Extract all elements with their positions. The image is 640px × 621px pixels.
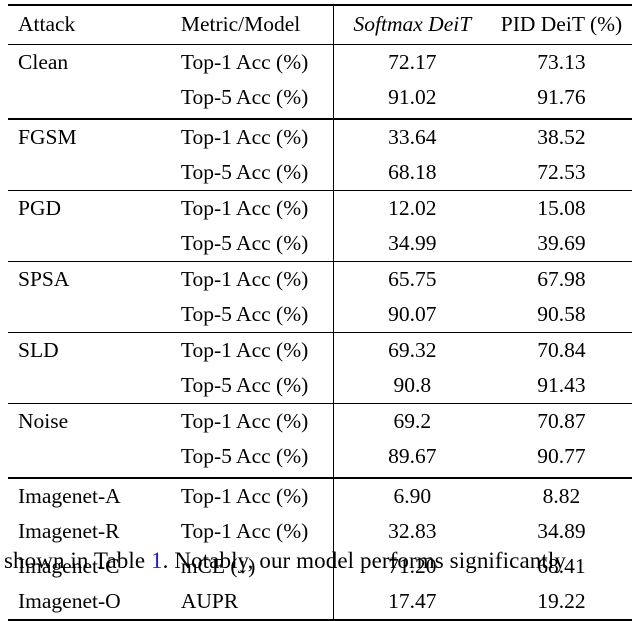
table-reference-link[interactable]: 1 <box>151 548 163 573</box>
row-metric: Top-5 Acc (%) <box>180 372 309 397</box>
row-pid-value: 15.08 <box>537 195 586 220</box>
row-softmax-value: 89.67 <box>332 439 491 474</box>
row-softmax-value: 34.99 <box>332 226 491 262</box>
row-pid-value: 73.13 <box>537 49 586 74</box>
row-metric: Top-5 Acc (%) <box>180 301 309 326</box>
body-paragraph-line: shown in Table 1. Notably, our model per… <box>4 548 640 574</box>
row-softmax-value: 68.18 <box>332 155 491 191</box>
row-metric: Top-5 Acc (%) <box>180 159 309 184</box>
row-softmax-value: 90.8 <box>332 368 491 404</box>
results-table-container: Attack Metric/Model Softmax DeiT PID Dei… <box>8 4 632 621</box>
row-softmax-value: 17.47 <box>332 584 491 620</box>
row-metric: Top-1 Acc (%) <box>180 408 309 433</box>
table-row: SPSA Top-1 Acc (%) 65.75 67.98 <box>8 262 632 297</box>
row-label: SLD <box>18 337 59 362</box>
row-softmax-value: 12.02 <box>332 191 491 226</box>
row-pid-value: 19.22 <box>537 588 586 613</box>
table-row: Imagenet-O AUPR 17.47 19.22 <box>8 584 632 620</box>
row-metric: Top-5 Acc (%) <box>180 230 309 255</box>
row-label: Noise <box>18 408 69 433</box>
row-metric: Top-1 Acc (%) <box>180 337 309 362</box>
table-row: Top-5 Acc (%) 90.07 90.58 <box>8 297 632 333</box>
row-metric: Top-1 Acc (%) <box>180 483 309 508</box>
results-table: Attack Metric/Model Softmax DeiT PID Dei… <box>8 4 632 621</box>
row-metric: Top-5 Acc (%) <box>180 84 309 109</box>
row-metric: Top-1 Acc (%) <box>180 124 309 149</box>
row-pid-value: 34.89 <box>537 518 586 543</box>
row-softmax-value: 32.83 <box>332 514 491 549</box>
table-row: Clean Top-1 Acc (%) 72.17 73.13 <box>8 45 632 80</box>
row-metric: Top-1 Acc (%) <box>180 195 309 220</box>
row-label <box>8 155 173 191</box>
row-metric: Top-1 Acc (%) <box>180 266 309 291</box>
row-softmax-value: 91.02 <box>332 80 491 115</box>
row-label: Imagenet-O <box>18 588 121 613</box>
row-pid-value: 72.53 <box>537 159 586 184</box>
row-label: Imagenet-A <box>18 483 121 508</box>
row-pid-value: 8.82 <box>542 483 581 508</box>
row-pid-value: 67.98 <box>537 266 586 291</box>
header-softmax-deit: Softmax DeiT <box>332 6 491 45</box>
caption-text-before: shown in Table <box>4 548 152 573</box>
table-row: Top-5 Acc (%) 89.67 90.77 <box>8 439 632 474</box>
row-label: Clean <box>18 49 69 74</box>
row-pid-value: 90.58 <box>537 301 586 326</box>
row-pid-value: 91.76 <box>537 84 586 109</box>
row-metric: Top-1 Acc (%) <box>180 49 309 74</box>
table-row: Imagenet-R Top-1 Acc (%) 32.83 34.89 <box>8 514 632 549</box>
table-row: Imagenet-A Top-1 Acc (%) 6.90 8.82 <box>8 478 632 514</box>
row-softmax-value: 65.75 <box>332 262 491 297</box>
row-pid-value: 70.84 <box>537 337 586 362</box>
row-softmax-value: 72.17 <box>332 45 491 80</box>
row-softmax-value: 6.90 <box>332 478 491 514</box>
row-label <box>8 368 173 404</box>
row-softmax-value: 69.2 <box>332 404 491 439</box>
table-row: Noise Top-1 Acc (%) 69.2 70.87 <box>8 404 632 439</box>
table-row: Top-5 Acc (%) 90.8 91.43 <box>8 368 632 404</box>
row-pid-value: 90.77 <box>537 443 586 468</box>
row-label: Imagenet-R <box>18 518 120 543</box>
document-page: Attack Metric/Model Softmax DeiT PID Dei… <box>0 0 640 621</box>
row-label <box>8 226 173 262</box>
table-row: Top-5 Acc (%) 34.99 39.69 <box>8 226 632 262</box>
row-softmax-value: 33.64 <box>332 119 491 155</box>
table-row: FGSM Top-1 Acc (%) 33.64 38.52 <box>8 119 632 155</box>
row-metric: Top-1 Acc (%) <box>180 518 309 543</box>
row-label: PGD <box>18 195 62 220</box>
caption-text-after: . Notably, our model performs significan… <box>162 548 566 573</box>
row-label: SPSA <box>18 266 70 291</box>
row-pid-value: 39.69 <box>537 230 586 255</box>
header-pid-deit: PID DeiT (%) <box>500 12 623 37</box>
row-pid-value: 70.87 <box>537 408 586 433</box>
row-metric: AUPR <box>180 588 239 613</box>
table-row: PGD Top-1 Acc (%) 12.02 15.08 <box>8 191 632 226</box>
header-attack: Attack <box>18 12 76 37</box>
row-label <box>8 297 173 333</box>
row-label: FGSM <box>18 124 77 149</box>
row-pid-value: 91.43 <box>537 372 586 397</box>
row-label <box>8 439 173 474</box>
table-header-row: Attack Metric/Model Softmax DeiT PID Dei… <box>8 6 632 45</box>
row-softmax-value: 69.32 <box>332 333 491 368</box>
table-row: Top-5 Acc (%) 91.02 91.76 <box>8 80 632 115</box>
table-row: SLD Top-1 Acc (%) 69.32 70.84 <box>8 333 632 368</box>
row-label <box>8 80 173 115</box>
row-metric: Top-5 Acc (%) <box>180 443 309 468</box>
table-row: Top-5 Acc (%) 68.18 72.53 <box>8 155 632 191</box>
row-softmax-value: 90.07 <box>332 297 491 333</box>
row-pid-value: 38.52 <box>537 124 586 149</box>
header-metric-model: Metric/Model <box>180 12 301 37</box>
